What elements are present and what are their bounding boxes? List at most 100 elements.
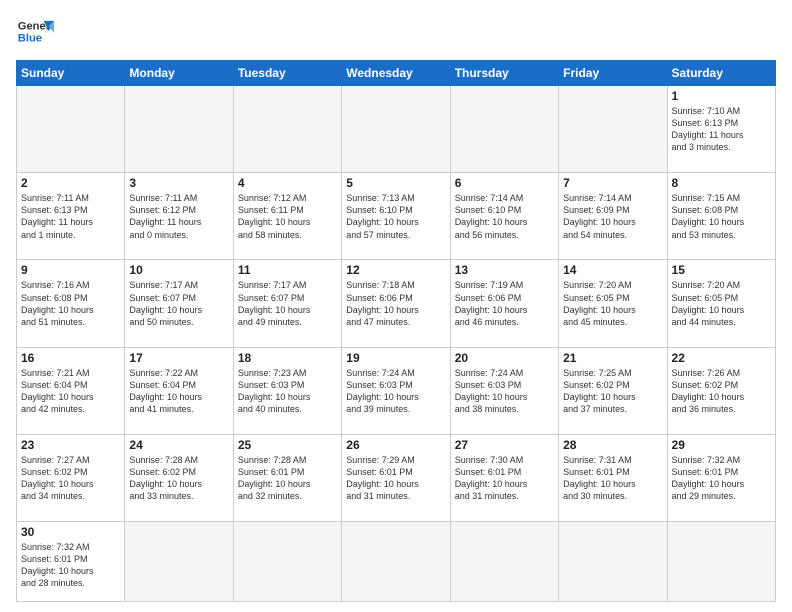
calendar-cell: 1 Sunrise: 7:10 AM Sunset: 6:13 PM Daylig… <box>667 86 775 173</box>
weekday-header-wednesday: Wednesday <box>342 61 450 86</box>
calendar-cell: 20 Sunrise: 7:24 AM Sunset: 6:03 PM Dayli… <box>450 347 558 434</box>
day-info: Sunrise: 7:22 AM Sunset: 6:04 PM Dayligh… <box>129 367 228 416</box>
weekday-header-thursday: Thursday <box>450 61 558 86</box>
day-info: Sunrise: 7:17 AM Sunset: 6:07 PM Dayligh… <box>238 279 337 328</box>
day-info: Sunrise: 7:28 AM Sunset: 6:01 PM Dayligh… <box>238 454 337 503</box>
day-number: 19 <box>346 351 445 365</box>
day-info: Sunrise: 7:15 AM Sunset: 6:08 PM Dayligh… <box>672 192 771 241</box>
day-number: 5 <box>346 176 445 190</box>
calendar-week-6: 30 Sunrise: 7:32 AM Sunset: 6:01 PM Dayli… <box>17 521 776 601</box>
weekday-header-tuesday: Tuesday <box>233 61 341 86</box>
weekday-header-sunday: Sunday <box>17 61 125 86</box>
calendar-cell: 8 Sunrise: 7:15 AM Sunset: 6:08 PM Daylig… <box>667 173 775 260</box>
calendar-cell <box>450 86 558 173</box>
day-number: 2 <box>21 176 120 190</box>
day-info: Sunrise: 7:31 AM Sunset: 6:01 PM Dayligh… <box>563 454 662 503</box>
day-info: Sunrise: 7:25 AM Sunset: 6:02 PM Dayligh… <box>563 367 662 416</box>
calendar-cell: 13 Sunrise: 7:19 AM Sunset: 6:06 PM Dayli… <box>450 260 558 347</box>
day-number: 21 <box>563 351 662 365</box>
weekday-header-friday: Friday <box>559 61 667 86</box>
day-info: Sunrise: 7:24 AM Sunset: 6:03 PM Dayligh… <box>455 367 554 416</box>
calendar-cell: 21 Sunrise: 7:25 AM Sunset: 6:02 PM Dayli… <box>559 347 667 434</box>
day-number: 10 <box>129 263 228 277</box>
calendar-cell: 23 Sunrise: 7:27 AM Sunset: 6:02 PM Dayli… <box>17 434 125 521</box>
day-number: 29 <box>672 438 771 452</box>
calendar-cell <box>125 521 233 601</box>
calendar-cell <box>342 86 450 173</box>
logo: General Blue <box>16 14 54 52</box>
day-info: Sunrise: 7:12 AM Sunset: 6:11 PM Dayligh… <box>238 192 337 241</box>
day-number: 6 <box>455 176 554 190</box>
day-info: Sunrise: 7:18 AM Sunset: 6:06 PM Dayligh… <box>346 279 445 328</box>
day-number: 23 <box>21 438 120 452</box>
day-info: Sunrise: 7:23 AM Sunset: 6:03 PM Dayligh… <box>238 367 337 416</box>
calendar-cell: 2 Sunrise: 7:11 AM Sunset: 6:13 PM Daylig… <box>17 173 125 260</box>
day-number: 8 <box>672 176 771 190</box>
day-info: Sunrise: 7:14 AM Sunset: 6:10 PM Dayligh… <box>455 192 554 241</box>
calendar-cell: 14 Sunrise: 7:20 AM Sunset: 6:05 PM Dayli… <box>559 260 667 347</box>
day-info: Sunrise: 7:14 AM Sunset: 6:09 PM Dayligh… <box>563 192 662 241</box>
day-number: 11 <box>238 263 337 277</box>
calendar-cell: 24 Sunrise: 7:28 AM Sunset: 6:02 PM Dayli… <box>125 434 233 521</box>
day-number: 28 <box>563 438 662 452</box>
day-info: Sunrise: 7:29 AM Sunset: 6:01 PM Dayligh… <box>346 454 445 503</box>
day-number: 16 <box>21 351 120 365</box>
day-number: 24 <box>129 438 228 452</box>
day-number: 17 <box>129 351 228 365</box>
day-number: 30 <box>21 525 120 539</box>
day-info: Sunrise: 7:19 AM Sunset: 6:06 PM Dayligh… <box>455 279 554 328</box>
calendar-cell <box>667 521 775 601</box>
day-number: 22 <box>672 351 771 365</box>
calendar-week-2: 2 Sunrise: 7:11 AM Sunset: 6:13 PM Daylig… <box>17 173 776 260</box>
day-info: Sunrise: 7:27 AM Sunset: 6:02 PM Dayligh… <box>21 454 120 503</box>
day-info: Sunrise: 7:13 AM Sunset: 6:10 PM Dayligh… <box>346 192 445 241</box>
calendar-cell: 15Sunrise: 7:20 AM Sunset: 6:05 PM Dayli… <box>667 260 775 347</box>
day-number: 3 <box>129 176 228 190</box>
day-number: 12 <box>346 263 445 277</box>
svg-text:Blue: Blue <box>18 33 42 45</box>
calendar-week-1: 1 Sunrise: 7:10 AM Sunset: 6:13 PM Daylig… <box>17 86 776 173</box>
day-info: Sunrise: 7:32 AM Sunset: 6:01 PM Dayligh… <box>672 454 771 503</box>
day-number: 25 <box>238 438 337 452</box>
day-info: Sunrise: 7:32 AM Sunset: 6:01 PM Dayligh… <box>21 541 120 590</box>
day-number: 14 <box>563 263 662 277</box>
calendar-cell: 9Sunrise: 7:16 AM Sunset: 6:08 PM Daylig… <box>17 260 125 347</box>
calendar-cell: 3 Sunrise: 7:11 AM Sunset: 6:12 PM Daylig… <box>125 173 233 260</box>
day-info: Sunrise: 7:21 AM Sunset: 6:04 PM Dayligh… <box>21 367 120 416</box>
day-info: Sunrise: 7:10 AM Sunset: 6:13 PM Dayligh… <box>672 105 771 154</box>
weekday-header-row: SundayMondayTuesdayWednesdayThursdayFrid… <box>17 61 776 86</box>
calendar-week-5: 23 Sunrise: 7:27 AM Sunset: 6:02 PM Dayli… <box>17 434 776 521</box>
calendar-cell: 10Sunrise: 7:17 AM Sunset: 6:07 PM Dayli… <box>125 260 233 347</box>
calendar-cell <box>559 521 667 601</box>
day-number: 20 <box>455 351 554 365</box>
day-info: Sunrise: 7:20 AM Sunset: 6:05 PM Dayligh… <box>563 279 662 328</box>
calendar-cell: 16 Sunrise: 7:21 AM Sunset: 6:04 PM Dayli… <box>17 347 125 434</box>
calendar-cell <box>233 86 341 173</box>
logo-icon: General Blue <box>16 14 54 52</box>
calendar-cell: 18 Sunrise: 7:23 AM Sunset: 6:03 PM Dayli… <box>233 347 341 434</box>
calendar-table: SundayMondayTuesdayWednesdayThursdayFrid… <box>16 60 776 602</box>
day-info: Sunrise: 7:28 AM Sunset: 6:02 PM Dayligh… <box>129 454 228 503</box>
day-info: Sunrise: 7:11 AM Sunset: 6:12 PM Dayligh… <box>129 192 228 241</box>
calendar-cell: 5 Sunrise: 7:13 AM Sunset: 6:10 PM Daylig… <box>342 173 450 260</box>
calendar-cell: 19Sunrise: 7:24 AM Sunset: 6:03 PM Dayli… <box>342 347 450 434</box>
calendar-cell <box>559 86 667 173</box>
weekday-header-saturday: Saturday <box>667 61 775 86</box>
calendar-cell: 29 Sunrise: 7:32 AM Sunset: 6:01 PM Dayli… <box>667 434 775 521</box>
day-info: Sunrise: 7:26 AM Sunset: 6:02 PM Dayligh… <box>672 367 771 416</box>
calendar-cell <box>17 86 125 173</box>
calendar-cell: 26Sunrise: 7:29 AM Sunset: 6:01 PM Dayli… <box>342 434 450 521</box>
calendar-cell: 6 Sunrise: 7:14 AM Sunset: 6:10 PM Daylig… <box>450 173 558 260</box>
page: General Blue SundayMondayTuesdayWednesda… <box>0 0 792 612</box>
day-info: Sunrise: 7:11 AM Sunset: 6:13 PM Dayligh… <box>21 192 120 241</box>
calendar-cell: 4Sunrise: 7:12 AM Sunset: 6:11 PM Daylig… <box>233 173 341 260</box>
day-number: 13 <box>455 263 554 277</box>
day-number: 7 <box>563 176 662 190</box>
calendar-cell <box>233 521 341 601</box>
day-number: 1 <box>672 89 771 103</box>
day-number: 18 <box>238 351 337 365</box>
calendar-cell: 7 Sunrise: 7:14 AM Sunset: 6:09 PM Daylig… <box>559 173 667 260</box>
calendar-cell: 11 Sunrise: 7:17 AM Sunset: 6:07 PM Dayli… <box>233 260 341 347</box>
weekday-header-monday: Monday <box>125 61 233 86</box>
calendar-cell: 30 Sunrise: 7:32 AM Sunset: 6:01 PM Dayli… <box>17 521 125 601</box>
